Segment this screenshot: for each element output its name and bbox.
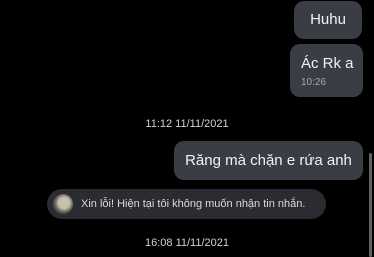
system-notice: Xin lỗi! Hiện tại tôi không muốn nhận ti… <box>47 189 326 219</box>
scrollbar[interactable] <box>369 153 372 257</box>
message-text: Ác Rk a <box>301 55 354 72</box>
date-separator: 11:12 11/11/2021 <box>145 118 229 130</box>
message-bubble-huhu[interactable]: Huhu <box>294 1 362 39</box>
date-separator: 16:08 11/11/2021 <box>144 237 229 249</box>
message-bubble-ac-rk[interactable]: Ác Rk a 10:26 <box>290 44 363 97</box>
message-time: 10:26 <box>301 77 327 88</box>
message-text: Răng mà chặn e rứa anh <box>185 152 352 169</box>
notice-text: Xin lỗi! Hiện tại tôi không muốn nhận ti… <box>81 198 306 210</box>
message-bubble-reply[interactable]: Răng mà chặn e rứa anh <box>174 141 363 180</box>
message-text: Huhu <box>310 11 346 28</box>
avatar[interactable] <box>53 194 73 214</box>
